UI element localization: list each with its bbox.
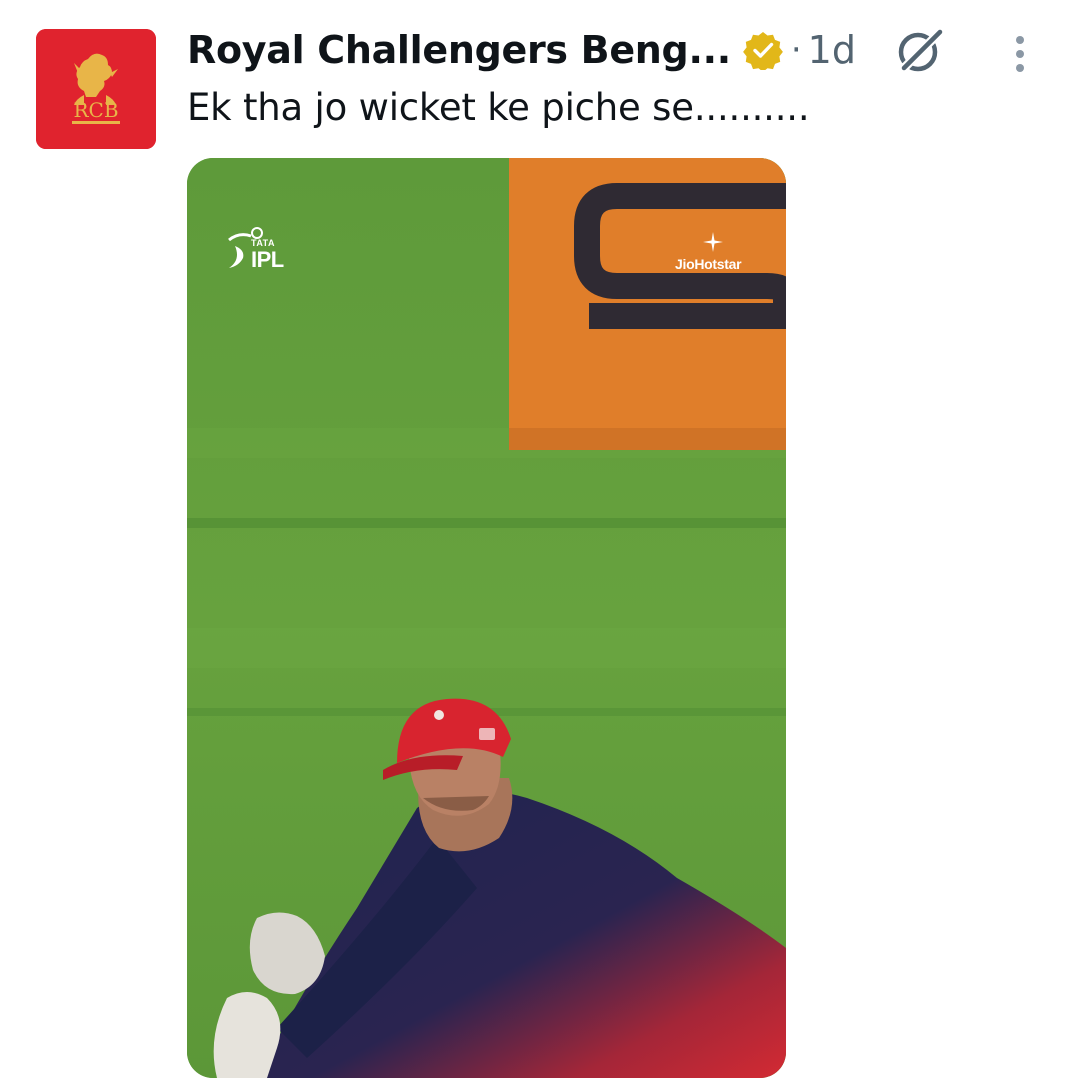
verified-gold-icon [742,32,783,70]
post-time[interactable]: 1d [808,28,856,72]
tweet-text: Ek tha jo wicket ke piche se.......... [187,86,810,129]
broadcaster-star-icon [703,232,723,252]
separator-dot: · [790,30,802,70]
avatar-monogram: RCB [73,98,118,122]
rcb-lion-crest-icon: RCB [36,29,156,149]
broadcaster-label: JioHotstar [675,256,742,272]
avatar[interactable]: RCB [36,29,156,149]
ipl-label: IPL [251,247,284,272]
author-name[interactable]: Royal Challengers Beng... [187,28,731,72]
grok-icon[interactable] [892,24,948,76]
more-options-icon[interactable] [1000,30,1040,78]
tweet-video[interactable]: TATA IPL JioHotstar [187,158,786,1078]
tweet-header: Royal Challengers Beng... · 1d [187,24,856,76]
video-frame [187,158,786,1078]
